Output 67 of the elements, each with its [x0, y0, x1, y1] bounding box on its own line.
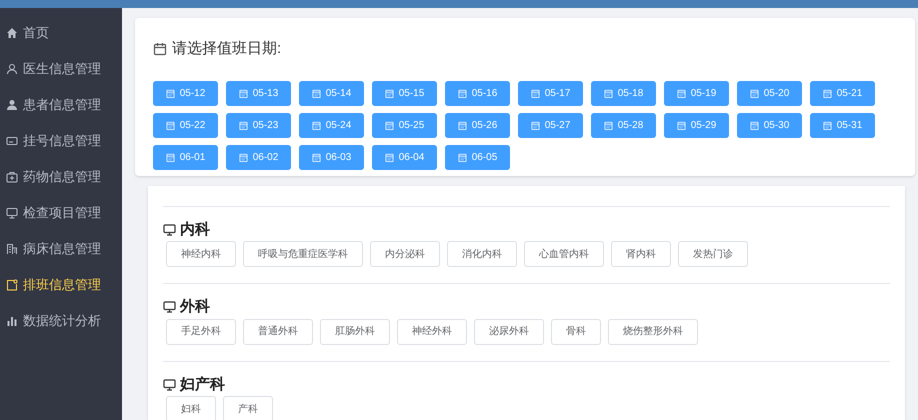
department-title: 妇产科: [180, 374, 225, 394]
sidebar-item[interactable]: 患者信息管理: [0, 87, 122, 123]
calendar-icon: [166, 152, 175, 162]
calendar-icon: [750, 88, 759, 98]
calendar-icon: [458, 152, 467, 162]
monitor-icon: [6, 207, 18, 219]
clinic-button[interactable]: 发热门诊: [678, 241, 748, 267]
calendar-icon: [822, 88, 832, 98]
clinic-button[interactable]: 神经外科: [397, 318, 467, 344]
calendar-icon: [384, 152, 394, 162]
clinic-button[interactable]: 普通外科: [243, 318, 313, 344]
user-icon: [6, 99, 18, 111]
calendar-icon: [384, 88, 394, 98]
calendar-icon: [530, 88, 540, 98]
sidebar-item[interactable]: 药物信息管理: [0, 159, 122, 195]
calendar-icon: [458, 88, 467, 98]
calendar-icon: [604, 88, 613, 98]
clinic-button[interactable]: 内分泌科: [370, 241, 440, 267]
sidebar-item[interactable]: 挂号信息管理: [0, 123, 122, 159]
calendar-icon: [312, 120, 321, 130]
clinic-button[interactable]: 神经内科: [166, 241, 236, 267]
user-icon: [6, 63, 18, 75]
clinic-button[interactable]: 消化内科: [447, 241, 517, 267]
monitor-icon: [163, 224, 176, 236]
calendar-icon: [676, 120, 686, 130]
calendar-icon: [238, 88, 248, 98]
clinic-button[interactable]: 手足外科: [166, 318, 236, 344]
calendar-icon: [384, 120, 394, 130]
sidebar-item[interactable]: 排班信息管理: [0, 267, 122, 303]
sidebar-item[interactable]: 数据统计分析: [0, 303, 122, 339]
building-icon: [6, 243, 18, 255]
calendar-icon: [604, 120, 613, 130]
calendar-icon: [312, 152, 321, 162]
date-picker-title: 请选择值班日期:: [172, 39, 282, 59]
sidebar-item[interactable]: 检查项目管理: [0, 195, 122, 231]
clinic-button[interactable]: 烧伤整形外科: [608, 318, 698, 344]
bar-chart-icon: [6, 315, 18, 327]
monitor-icon: [163, 378, 176, 391]
home-icon: [6, 27, 18, 39]
clinic-button[interactable]: 泌尿外科: [474, 318, 544, 344]
department-title: 外科: [180, 297, 210, 317]
sidebar-item[interactable]: 医生信息管理: [0, 51, 122, 87]
calendar-icon: [238, 152, 248, 162]
clinic-button[interactable]: 心血管内科: [524, 241, 604, 267]
clinic-button[interactable]: 骨科: [551, 318, 601, 344]
calendar-icon: [530, 120, 540, 130]
clinic-button[interactable]: 肾内科: [611, 241, 671, 267]
card-icon: [6, 135, 18, 147]
sidebar-item[interactable]: 病床信息管理: [0, 231, 122, 267]
calendar-icon: [312, 88, 321, 98]
clinic-button[interactable]: 肛肠外科: [320, 318, 390, 344]
calendar-icon: [166, 88, 175, 98]
calendar-icon: [238, 120, 248, 130]
calendar-icon: [822, 120, 832, 130]
department-title: 内科: [180, 220, 210, 240]
monitor-icon: [163, 301, 176, 314]
clinic-button[interactable]: 呼吸与危重症医学科: [243, 241, 363, 267]
clinic-button[interactable]: 产科: [223, 396, 273, 420]
clinic-button[interactable]: 妇科: [166, 396, 216, 420]
kit-icon: [6, 171, 18, 183]
sidebar-item[interactable]: 首页: [0, 15, 122, 51]
calendar-icon: [153, 42, 167, 56]
calendar-icon: [676, 88, 686, 98]
note-icon: [6, 279, 18, 291]
calendar-icon: [750, 120, 759, 130]
calendar-icon: [166, 120, 175, 130]
calendar-icon: [458, 120, 467, 130]
